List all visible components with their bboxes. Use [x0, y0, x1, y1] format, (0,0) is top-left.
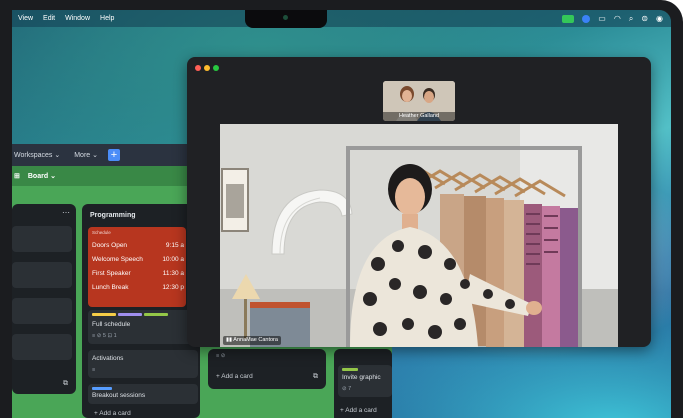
schedule-row: Doors Open 9:15 a — [92, 242, 184, 249]
menu-edit[interactable]: Edit — [43, 15, 55, 22]
card-meta: ⊘ 7 — [342, 386, 352, 392]
laptop-frame: View Edit Window Help ▭ ◠ ⌕ ⊜ ◉ Workspac… — [0, 0, 683, 418]
list-right: Invite graphic ⊘ 7 + Add a card — [334, 349, 392, 418]
schedule-time: 11:30 a — [162, 270, 184, 277]
menu-window[interactable]: Window — [65, 15, 90, 22]
card-title: Invite graphic — [342, 374, 381, 381]
label-tag — [342, 368, 358, 371]
user-status-icon[interactable] — [582, 14, 591, 23]
list-item[interactable] — [12, 262, 72, 288]
participant-name: AnnaMae Cantora — [233, 337, 278, 343]
list-item[interactable] — [12, 298, 72, 324]
schedule-header: Schedule — [92, 230, 111, 235]
signal-icon: ▮▮ — [226, 337, 233, 343]
desktop: View Edit Window Help ▭ ◠ ⌕ ⊜ ◉ Workspac… — [12, 10, 671, 418]
schedule-row: First Speaker 11:30 a — [92, 270, 184, 277]
minimize-window-button[interactable] — [204, 65, 210, 71]
card-breakout-sessions[interactable]: Breakout sessions — [88, 384, 198, 404]
more-menu[interactable]: More ⌄ — [74, 151, 98, 159]
list-menu-icon[interactable]: ⋯ — [62, 208, 70, 217]
schedule-item: Lunch Break — [92, 284, 129, 291]
menu-bar-status: ▭ ◠ ⌕ ⊜ ◉ — [562, 10, 663, 27]
main-video-name: ▮▮ AnnaMae Cantora — [223, 336, 281, 345]
schedule-time: 12:30 p — [162, 284, 184, 291]
schedule-item: First Speaker — [92, 270, 131, 277]
template-icon[interactable]: ⧉ — [63, 380, 68, 388]
battery-icon[interactable]: ▭ — [598, 14, 606, 23]
list-item[interactable] — [12, 334, 72, 360]
camera-icon — [283, 15, 288, 20]
chevron-down-icon: ⌄ — [54, 152, 61, 159]
board-view-switch[interactable]: Board ⌄ — [28, 172, 56, 180]
schedule-time: 9:15 a — [165, 242, 184, 249]
workspaces-menu[interactable]: Workspaces ⌄ — [14, 151, 60, 159]
card-full-schedule[interactable]: Full schedule ≡ ⊘ 5 ⊡ 1 — [88, 310, 198, 344]
card-meta: ≡ — [92, 367, 96, 373]
video-scene — [220, 124, 618, 347]
menu-bar: View Edit Window Help ▭ ◠ ⌕ ⊜ ◉ — [12, 10, 671, 27]
menu-help[interactable]: Help — [100, 15, 114, 22]
list-left: ⋯ ⧉ — [12, 204, 76, 394]
add-card-button[interactable]: + Add a card — [94, 410, 131, 417]
wifi-icon[interactable]: ◠ — [614, 14, 621, 23]
close-window-button[interactable] — [195, 65, 201, 71]
label-tag — [144, 313, 168, 316]
siri-icon[interactable]: ◉ — [656, 14, 663, 23]
attachment-icon: ≡ ⊘ — [216, 353, 226, 359]
search-icon[interactable]: ⌕ — [629, 14, 633, 24]
schedule-card[interactable]: Schedule Doors Open 9:15 a Welcome Speech… — [88, 227, 186, 307]
label-tag — [118, 313, 142, 316]
label-tag — [92, 313, 116, 316]
board-view-label: Board — [27, 173, 49, 180]
thumbnail-name: Heather Galland — [383, 112, 455, 121]
card-title: Activations — [92, 355, 124, 362]
menu-view[interactable]: View — [18, 15, 33, 22]
list-item[interactable] — [12, 226, 72, 252]
facetime-window: Heather Galland ▮▮ AnnaMae Cantora — [187, 57, 651, 347]
list-middle: ≡ ⊘ + Add a card ⧉ — [208, 349, 326, 389]
participant-thumbnail[interactable]: Heather Galland — [383, 81, 455, 121]
zoom-window-button[interactable] — [213, 65, 219, 71]
board-icon: ⊞ — [14, 173, 20, 180]
main-video[interactable]: ▮▮ AnnaMae Cantora — [220, 124, 618, 347]
camera-notch — [245, 10, 327, 28]
card-invite-graphic[interactable]: Invite graphic ⊘ 7 — [338, 365, 392, 397]
card-activations[interactable]: Activations ≡ — [88, 350, 198, 378]
schedule-row: Lunch Break 12:30 p — [92, 284, 184, 291]
card-title: Full schedule — [92, 321, 131, 328]
chevron-down-icon: ⌄ — [50, 173, 56, 180]
schedule-item: Doors Open — [92, 242, 128, 249]
add-card-button[interactable]: + Add a card — [216, 373, 253, 380]
label-tag — [92, 387, 112, 390]
add-card-button[interactable]: + Add a card — [340, 407, 377, 414]
facetime-status-icon[interactable] — [562, 14, 575, 23]
workspaces-label: Workspaces — [14, 152, 53, 159]
more-label: More — [74, 152, 91, 159]
list-title[interactable]: Programming — [90, 212, 136, 219]
control-center-icon[interactable]: ⊜ — [641, 14, 648, 23]
template-icon[interactable]: ⧉ — [313, 373, 318, 381]
chevron-down-icon: ⌄ — [92, 152, 98, 159]
schedule-time: 10:00 a — [162, 256, 184, 263]
schedule-row: Welcome Speech 10:00 a — [92, 256, 184, 263]
schedule-item: Welcome Speech — [92, 256, 143, 263]
card-title: Breakout sessions — [92, 392, 146, 399]
card-meta: ≡ ⊘ 5 ⊡ 1 — [92, 333, 117, 339]
create-button[interactable]: + — [108, 149, 120, 161]
